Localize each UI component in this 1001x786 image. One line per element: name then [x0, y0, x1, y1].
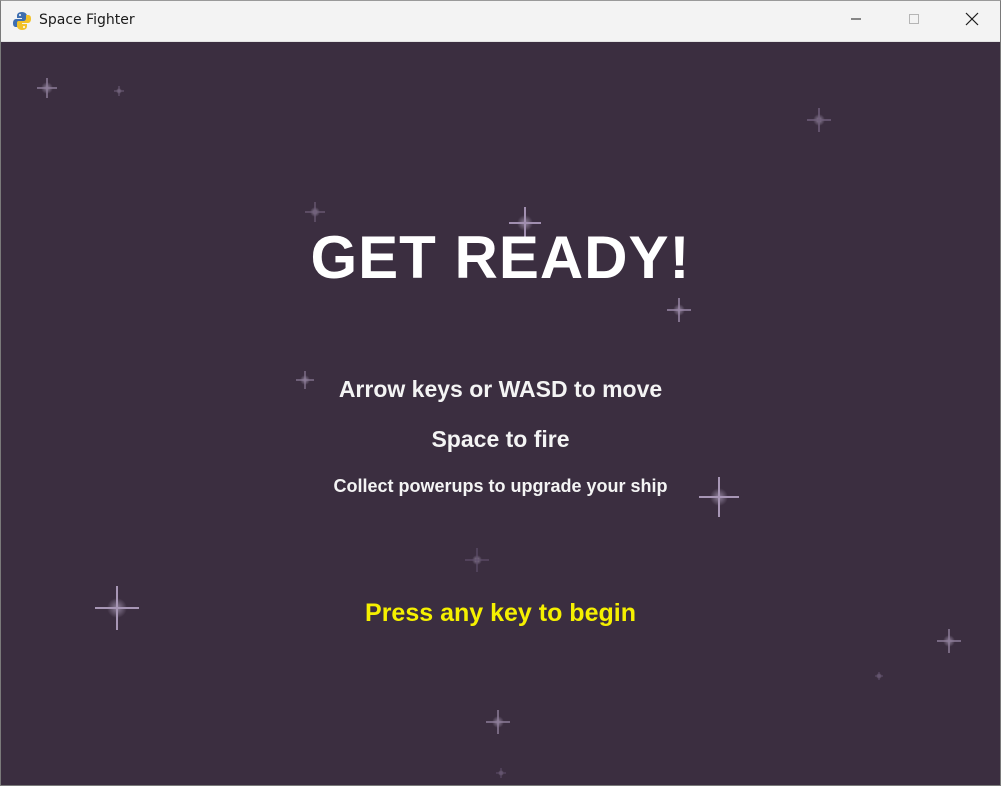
star-sparkle	[465, 548, 489, 572]
pygame-snake-icon	[12, 11, 32, 31]
star-sparkle	[875, 672, 883, 680]
title-bar[interactable]: Space Fighter	[1, 1, 1000, 42]
get-ready-headline: GET READY!	[310, 224, 691, 291]
window-title: Space Fighter	[39, 12, 135, 28]
minimize-button[interactable]	[827, 1, 885, 41]
star-sparkle	[114, 86, 124, 96]
maximize-button[interactable]	[885, 1, 943, 41]
app-window: Space Fighter GET READY! Arrow keys or W…	[0, 0, 1001, 786]
star-sparkle	[305, 202, 325, 222]
minimize-icon	[850, 12, 862, 30]
close-icon	[965, 12, 979, 31]
maximize-icon	[908, 12, 920, 30]
star-sparkle	[37, 78, 57, 98]
star-sparkle	[486, 710, 510, 734]
start-prompt: Press any key to begin	[365, 599, 636, 627]
game-canvas[interactable]: GET READY! Arrow keys or WASD to move Sp…	[1, 42, 1000, 785]
star-sparkle	[807, 108, 831, 132]
instruction-move: Arrow keys or WASD to move	[338, 376, 663, 402]
instruction-powerups: Collect powerups to upgrade your ship	[333, 476, 668, 496]
star-sparkle	[667, 298, 691, 322]
instruction-fire: Space to fire	[431, 426, 570, 452]
starfield	[37, 78, 961, 778]
star-sparkle	[937, 629, 961, 653]
close-button[interactable]	[943, 1, 1000, 41]
star-sparkle	[496, 768, 506, 778]
